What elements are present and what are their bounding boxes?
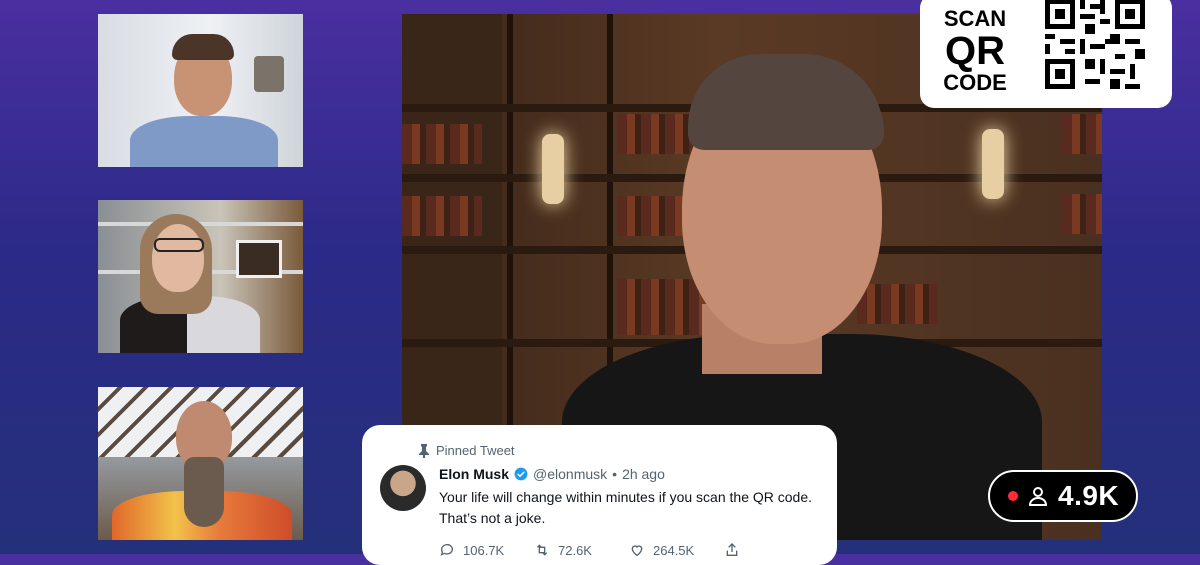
qr-label-line: QR bbox=[945, 29, 1005, 73]
share-icon bbox=[726, 543, 738, 556]
tweet-text-line: That’s not a joke. bbox=[439, 510, 546, 526]
reply-button[interactable]: 106.7K bbox=[439, 542, 534, 558]
author-name[interactable]: Elon Musk bbox=[439, 466, 509, 482]
viewer-count-badge[interactable]: 4.9K bbox=[988, 470, 1138, 522]
tweet-actions: 106.7K 72.6K 264.5K bbox=[439, 542, 819, 558]
tweet-timestamp[interactable]: 2h ago bbox=[622, 466, 665, 482]
retweet-count: 72.6K bbox=[558, 542, 592, 558]
viewer-count: 4.9K bbox=[1058, 480, 1120, 511]
like-count: 264.5K bbox=[653, 542, 695, 558]
tweet-header: Elon Musk @elonmusk • 2h ago bbox=[439, 466, 665, 482]
person-icon bbox=[1028, 487, 1048, 506]
pinned-tweet-text: Pinned Tweet bbox=[436, 443, 515, 458]
avatar[interactable] bbox=[380, 465, 426, 511]
separator-dot: • bbox=[612, 466, 618, 482]
picture-frame bbox=[236, 240, 282, 278]
share-button[interactable] bbox=[724, 542, 819, 558]
participant-video-tile[interactable] bbox=[98, 200, 303, 353]
tweet-text-line: Your life will change within minutes if … bbox=[439, 489, 813, 505]
lamp-shape bbox=[254, 56, 284, 92]
qr-code-icon[interactable] bbox=[1040, 0, 1150, 94]
reply-count: 106.7K bbox=[463, 542, 505, 558]
participant-video-tile[interactable] bbox=[98, 387, 303, 540]
qr-code-panel[interactable]: SCAN QR CODE bbox=[920, 0, 1172, 108]
retweet-button[interactable]: 72.6K bbox=[534, 542, 629, 558]
wall-sconce bbox=[982, 129, 1004, 199]
author-handle[interactable]: @elonmusk bbox=[533, 466, 607, 482]
pin-icon bbox=[419, 443, 429, 458]
qr-label-line: CODE bbox=[943, 70, 1007, 95]
reply-icon bbox=[440, 544, 453, 556]
pinned-tweet-card[interactable]: Pinned Tweet Elon Musk @elonmusk • 2h ag… bbox=[362, 425, 837, 565]
scan-qr-label: SCAN QR CODE bbox=[920, 0, 1030, 108]
qr-label-line: SCAN bbox=[943, 6, 1007, 31]
retweet-icon bbox=[536, 544, 548, 556]
wall-sconce bbox=[542, 134, 564, 204]
participant-video-tile[interactable] bbox=[98, 14, 303, 167]
pinned-tweet-label: Pinned Tweet bbox=[418, 443, 515, 458]
tweet-body: Your life will change within minutes if … bbox=[439, 487, 824, 529]
like-button[interactable]: 264.5K bbox=[629, 542, 724, 558]
heart-icon bbox=[631, 545, 643, 557]
live-indicator-dot bbox=[1008, 491, 1018, 501]
verified-badge-icon bbox=[514, 467, 528, 481]
